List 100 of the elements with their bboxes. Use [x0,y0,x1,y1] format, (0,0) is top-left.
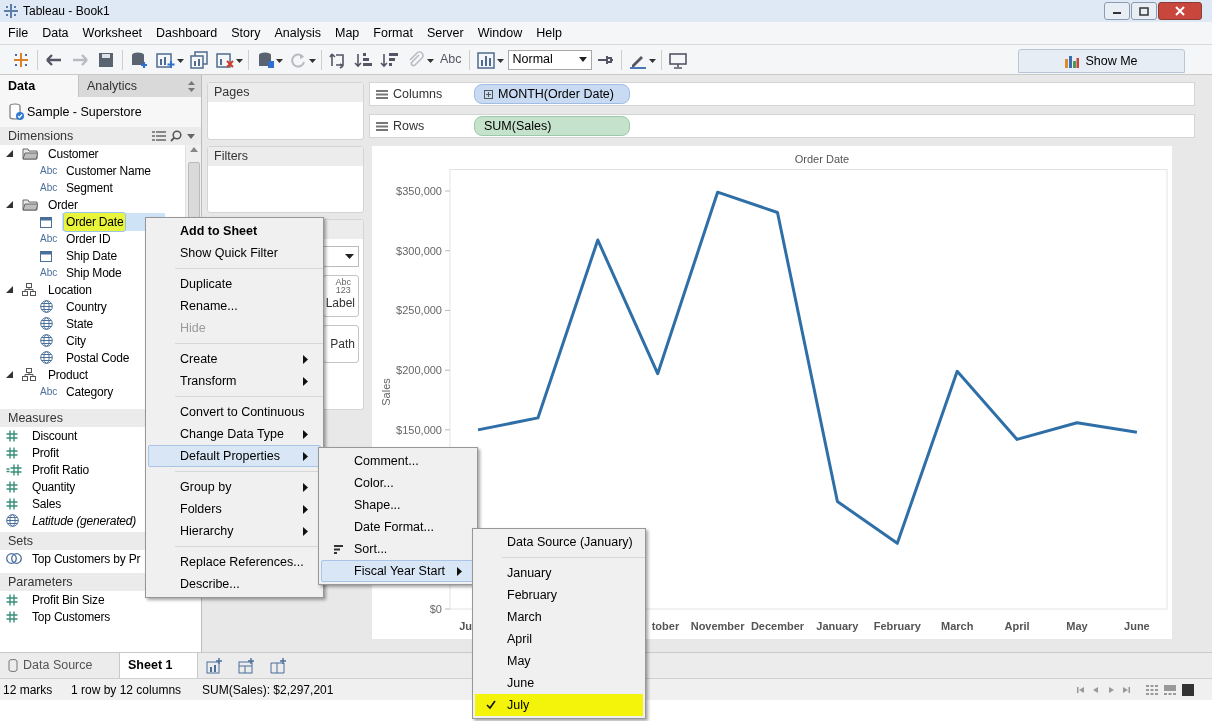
menu-item[interactable]: Shape... [321,494,475,516]
menu-item[interactable]: January [475,562,643,584]
menu-item[interactable]: Fiscal Year Start [321,560,475,582]
menu-item[interactable]: Sort... [321,538,475,560]
menu-item[interactable]: Group by [148,476,321,498]
menu-item[interactable]: Duplicate [148,273,321,295]
calendar-icon [40,249,52,262]
new-dashboard-icon[interactable] [238,657,254,674]
cross-pattern-icon[interactable] [11,50,31,69]
menu-item[interactable]: February [475,584,643,606]
axis-category-label: April [1004,620,1030,632]
field-item[interactable]: Top Customers [30,607,113,626]
menu-item[interactable]: Transform [148,370,321,392]
field-item[interactable]: Segment [64,178,115,197]
field-item[interactable]: Profit [30,443,61,462]
menu-item[interactable]: March [475,606,643,628]
field-item[interactable]: Customer Name [64,161,153,180]
menu-item[interactable]: Analysis [267,23,328,43]
expanded-triangle-icon[interactable] [6,371,13,378]
menu-item[interactable]: Server [419,23,471,43]
menu-item[interactable]: Dashboard [149,23,225,43]
field-item[interactable]: Discount [30,426,80,445]
expanded-triangle-icon[interactable] [6,286,13,293]
menu-item[interactable]: Show Quick Filter [148,242,321,264]
menu-item[interactable]: Comment... [321,450,475,472]
single-view-icon[interactable] [1182,683,1194,696]
pane-tab[interactable]: Data [0,75,78,97]
field-item[interactable]: Category [64,382,116,401]
expanded-triangle-icon[interactable] [6,201,13,208]
new-worksheet-icon[interactable] [206,657,222,674]
new-story-icon[interactable] [270,657,286,674]
menu-item[interactable]: Data Source (January) [475,531,643,553]
field-item[interactable]: Customer [46,145,101,163]
presentation-icon[interactable] [667,50,688,69]
menu-item[interactable]: Story [224,23,268,43]
search-icon[interactable] [170,130,182,142]
field-item[interactable]: Postal Code [64,348,132,367]
new-chart-icon[interactable] [155,50,176,69]
field-pill[interactable]: SUM(Sales) [474,116,630,136]
up-down-arrows-icon [188,80,195,92]
field-item[interactable]: Sales [30,494,64,513]
menu-item[interactable]: Color... [321,472,475,494]
fit-select[interactable]: Normal [507,49,592,70]
field-item[interactable]: Location [46,280,94,299]
field-item[interactable]: Profit Bin Size [30,590,107,609]
menu-item[interactable]: July [475,694,643,716]
sheet-tab[interactable]: Sheet 1 [120,653,198,678]
database-plus-icon[interactable] [129,50,149,69]
field-item[interactable]: Latitude (generated) [30,511,139,530]
show-me-button[interactable]: Show Me [1018,49,1185,73]
status-text: SUM(Sales): $2,297,201 [202,681,334,699]
marks-button[interactable]: Abc 123 Label [323,275,359,317]
menu-item[interactable]: Default Properties [148,445,321,467]
axis-category-label: January [816,620,859,632]
field-item[interactable]: Order [46,195,80,214]
field-item[interactable]: Order Date [64,212,126,231]
menu-item[interactable]: Create [148,348,321,370]
marks-button[interactable]: Path [323,325,359,363]
close-button[interactable] [1158,2,1202,20]
data-source-item[interactable]: Sample - Superstore [0,97,201,127]
field-item[interactable]: City [64,331,88,350]
field-item[interactable]: Order ID [64,229,113,248]
menu-item[interactable]: Format [366,23,420,43]
menu-item[interactable]: Replace References... [148,551,321,573]
sort-descending-icon[interactable] [380,50,400,69]
field-item[interactable]: Top Customers by Pr [30,549,143,568]
menu-item[interactable]: Data [35,23,76,43]
duplicate-chart-icon[interactable] [189,50,209,69]
menu-item[interactable]: Window [470,23,530,43]
dropdown-caret-icon [345,254,354,259]
dropdown-caret-icon [578,56,587,63]
bar-chart-icon[interactable] [475,50,496,69]
field-item[interactable]: Country [64,297,109,316]
list-view-icon[interactable] [152,131,166,141]
save-icon[interactable] [96,50,116,69]
minimize-button[interactable] [1104,2,1130,20]
menu-item[interactable]: Map [327,23,367,43]
menu-item[interactable]: Help [529,23,569,43]
menu-item[interactable]: April [475,628,643,650]
field-item[interactable]: Ship Mode [64,263,124,282]
menu-item[interactable]: Date Format... [321,516,475,538]
field-item[interactable]: Ship Date [64,246,119,265]
menu-item[interactable]: Add to Sheet [148,220,321,242]
menu-item[interactable]: Worksheet [75,23,150,43]
menu-item[interactable]: Rename... [148,295,321,317]
menu-item[interactable]: May [475,650,643,672]
field-item[interactable]: Profit Ratio [30,460,91,479]
menu-item[interactable]: June [475,672,643,694]
dropdown-caret-icon[interactable] [187,133,195,139]
clear-chart-icon[interactable] [215,50,235,69]
menu-item[interactable]: Folders [148,498,321,520]
field-item[interactable]: State [64,314,96,333]
field-item[interactable]: Product [46,365,90,384]
sort-ascending-icon[interactable] [354,50,374,69]
field-item[interactable]: Quantity [30,477,78,496]
maximize-button[interactable] [1131,2,1157,20]
text-button[interactable]: Abc [440,50,462,69]
expanded-triangle-icon[interactable] [6,150,13,157]
field-pill[interactable]: MONTH(Order Date) [474,84,630,104]
menu-item[interactable]: File [1,23,36,43]
